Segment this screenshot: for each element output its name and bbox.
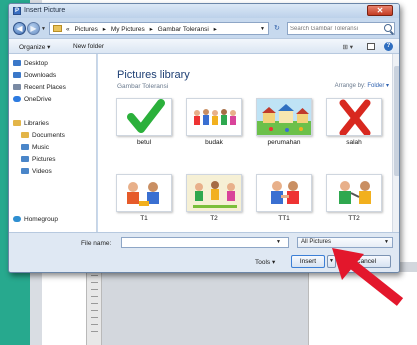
file-thumbnail[interactable]: T2	[182, 174, 246, 226]
navigation-pane: Desktop Downloads Recent Places OneDrive…	[9, 54, 97, 232]
children-friends-image	[256, 174, 312, 212]
file-thumbnail[interactable]: salah	[322, 98, 386, 150]
forward-button[interactable]: ▶	[27, 22, 40, 35]
children-playing-image	[116, 174, 172, 212]
help-icon[interactable]: ?	[384, 42, 393, 51]
breadcrumb-separator: «	[66, 26, 70, 33]
nav-item-recent-places[interactable]: Recent Places	[13, 84, 66, 93]
file-thumbnail[interactable]: betul	[112, 98, 176, 150]
breadcrumb-pictures[interactable]: Pictures	[74, 26, 97, 33]
check-mark-image	[116, 98, 172, 136]
recent-places-icon	[13, 84, 21, 90]
file-thumbnail[interactable]: TT1	[252, 174, 316, 226]
cloud-icon	[13, 96, 21, 102]
nav-item-videos[interactable]: Videos	[21, 168, 52, 177]
arrange-by-value[interactable]: Folder ▾	[367, 83, 389, 89]
breadcrumb-separator: ▸	[149, 26, 153, 33]
title-bar: P Insert Picture ✕	[9, 4, 399, 18]
cross-mark-image	[326, 98, 382, 136]
back-button[interactable]: ◀	[13, 22, 26, 35]
file-thumbnail[interactable]: TT2	[322, 174, 386, 226]
downloads-icon	[13, 72, 21, 78]
homegroup-icon	[13, 216, 21, 222]
libraries-icon	[13, 120, 21, 126]
arrange-by-label: Arrange by:	[334, 83, 366, 89]
file-name-input[interactable]	[121, 237, 289, 248]
nav-item-pictures[interactable]: Pictures	[21, 156, 55, 165]
file-name: T1	[140, 215, 148, 222]
file-name: TT2	[348, 215, 360, 222]
nav-item-homegroup[interactable]: Homegroup	[13, 216, 58, 225]
children-arguing-image	[326, 174, 382, 212]
file-name-dropdown-icon[interactable]: ▼	[276, 239, 281, 245]
insert-picture-dialog: P Insert Picture ✕ ◀ ▶ ▼ « Pictures ▸ My…	[8, 3, 400, 273]
powerpoint-icon: P	[13, 7, 21, 15]
file-name: perumahan	[267, 139, 301, 146]
vertical-scrollbar[interactable]	[392, 54, 399, 232]
library-subtitle: Gambar Toleransi	[117, 83, 169, 90]
library-title: Pictures library	[117, 69, 190, 81]
breadcrumb: « Pictures ▸ My Pictures ▸ Gambar Tolera…	[66, 25, 220, 33]
breadcrumb-separator: ▸	[102, 26, 106, 33]
housing-image	[256, 98, 312, 136]
command-bar: Organize ▾ New folder ⊞ ▾ ?	[9, 38, 399, 54]
history-dropdown-icon[interactable]: ▼	[41, 26, 46, 32]
new-folder-button[interactable]: New folder	[73, 43, 104, 50]
scrollbar-thumb[interactable]	[394, 66, 399, 176]
breadcrumb-gambar-toleransi[interactable]: Gambar Toleransi	[158, 26, 209, 33]
music-icon	[21, 144, 29, 150]
nav-item-libraries[interactable]: Libraries	[13, 120, 49, 129]
organize-menu[interactable]: Organize ▾	[19, 43, 50, 51]
search-icon[interactable]	[384, 24, 392, 32]
nav-item-documents[interactable]: Documents	[21, 132, 65, 141]
file-name: TT1	[278, 215, 290, 222]
documents-icon	[21, 132, 29, 138]
breadcrumb-separator: ▸	[213, 26, 217, 33]
file-thumbnail[interactable]: budak	[182, 98, 246, 150]
address-dropdown-icon[interactable]: ▼	[260, 26, 265, 32]
file-name-label: File name:	[81, 240, 112, 247]
breadcrumb-my-pictures[interactable]: My Pictures	[111, 26, 145, 33]
videos-icon	[21, 168, 29, 174]
refresh-icon[interactable]: ↻	[274, 24, 280, 32]
children-image	[186, 98, 242, 136]
children-park-image	[186, 174, 242, 212]
change-view-icon[interactable]: ⊞ ▾	[342, 43, 353, 51]
file-name: budak	[205, 139, 223, 146]
desktop-icon	[13, 60, 21, 66]
nav-item-onedrive[interactable]: OneDrive	[13, 96, 51, 105]
preview-pane-icon[interactable]	[367, 43, 375, 50]
address-bar[interactable]: « Pictures ▸ My Pictures ▸ Gambar Tolera…	[49, 22, 269, 35]
file-thumbnail[interactable]: T1	[112, 174, 176, 226]
search-input[interactable]	[290, 24, 380, 34]
pictures-icon	[21, 156, 29, 162]
nav-item-downloads[interactable]: Downloads	[13, 72, 56, 81]
close-button[interactable]: ✕	[367, 5, 393, 16]
file-name: salah	[346, 139, 362, 146]
folder-icon	[53, 25, 62, 32]
arrange-by[interactable]: Arrange by: Folder ▾	[335, 82, 389, 89]
window-title: Insert Picture	[24, 7, 66, 14]
file-thumbnail[interactable]: perumahan	[252, 98, 316, 150]
nav-item-desktop[interactable]: Desktop	[13, 60, 48, 69]
nav-item-music[interactable]: Music	[21, 144, 49, 153]
red-arrow-annotation	[332, 248, 404, 306]
search-box[interactable]	[287, 22, 395, 35]
file-list-pane: Pictures library Gambar Toleransi Arrang…	[98, 54, 399, 232]
document-ruler	[86, 262, 102, 345]
tools-menu[interactable]: Tools ▾	[255, 258, 275, 266]
navigation-bar: ◀ ▶ ▼ « Pictures ▸ My Pictures ▸ Gambar …	[9, 18, 399, 38]
file-name: betul	[136, 139, 152, 146]
file-name: T2	[210, 215, 218, 222]
